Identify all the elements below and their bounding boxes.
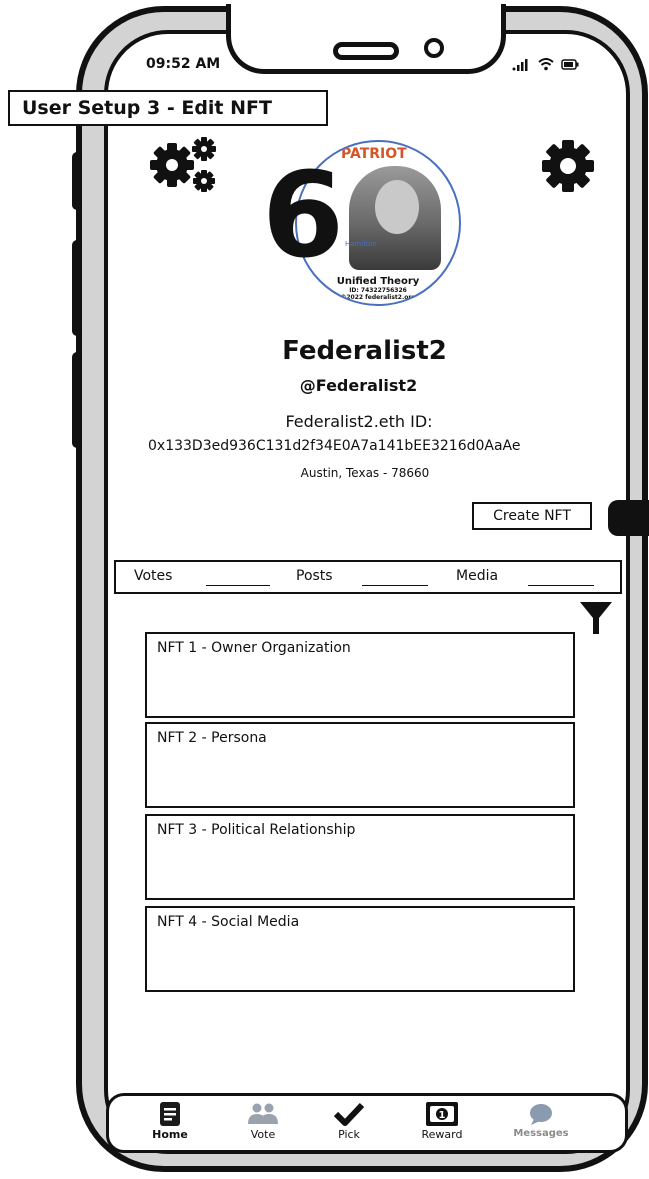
tab-home-label: Home	[152, 1128, 188, 1141]
stat-posts-value	[362, 585, 428, 586]
stat-votes-value	[206, 585, 270, 586]
notch	[226, 4, 506, 74]
svg-text:1: 1	[439, 1110, 446, 1121]
tab-pick-label: Pick	[338, 1128, 360, 1141]
tab-reward[interactable]: 1 Reward	[407, 1100, 477, 1141]
badge-id: ID: 74322756326	[349, 287, 407, 294]
stat-media-value	[528, 585, 594, 586]
filter-icon[interactable]	[579, 600, 613, 640]
nft-card-label: NFT 1 - Owner Organization	[157, 640, 351, 656]
create-nft-button[interactable]: Create NFT	[472, 502, 592, 530]
stat-posts-label[interactable]: Posts	[296, 568, 333, 584]
nft-card-label: NFT 4 - Social Media	[157, 914, 300, 930]
checkmark-icon	[334, 1102, 364, 1126]
nft-card-3[interactable]: NFT 3 - Political Relationship	[145, 814, 575, 900]
profile-name: Federalist2	[282, 336, 447, 366]
dollar-bill-icon: 1	[426, 1102, 458, 1126]
camera	[424, 38, 444, 58]
tab-messages-label: Messages	[513, 1128, 569, 1139]
document-icon	[160, 1102, 180, 1126]
portrait-face	[375, 180, 419, 234]
side-tab-handle[interactable]	[608, 500, 649, 536]
settings-gears-icon[interactable]	[150, 135, 222, 201]
speaker	[333, 42, 399, 60]
side-button-2	[72, 240, 82, 336]
stat-votes-label[interactable]: Votes	[134, 568, 172, 584]
location: Austin, Texas - 78660	[300, 466, 430, 480]
badge-portrait-label: Hamilton	[345, 240, 377, 248]
nft-card-4[interactable]: NFT 4 - Social Media	[145, 906, 575, 992]
big-number: 6	[262, 146, 345, 284]
bottom-tab-bar: Home Vote Pick 1 Reward Messages	[106, 1093, 628, 1153]
tab-vote-label: Vote	[250, 1128, 276, 1141]
badge-copyright: ©2022 federalist2.org	[340, 294, 416, 301]
settings-gear-icon[interactable]	[540, 138, 596, 198]
badge-top-text: PATRIOT	[341, 146, 407, 162]
screen-title: User Setup 3 - Edit NFT	[8, 90, 328, 126]
nft-card-label: NFT 2 - Persona	[157, 730, 267, 746]
stats-bar: Votes Posts Media	[114, 560, 622, 594]
people-icon	[248, 1103, 278, 1124]
nft-card-1[interactable]: NFT 1 - Owner Organization	[145, 632, 575, 718]
eth-address: 0x133D3ed936C131d2f34E0A7a141bEE3216d0Aa…	[148, 438, 521, 454]
tab-pick[interactable]: Pick	[314, 1100, 384, 1141]
wifi-icon	[538, 57, 555, 70]
side-button-3	[72, 352, 82, 448]
nft-card-label: NFT 3 - Political Relationship	[157, 822, 356, 838]
tab-vote[interactable]: Vote	[228, 1100, 298, 1141]
tab-home[interactable]: Home	[135, 1100, 205, 1141]
signal-icon	[512, 58, 528, 71]
status-time: 09:52 AM	[146, 56, 221, 72]
stat-media-label[interactable]: Media	[456, 568, 498, 584]
battery-icon	[561, 58, 579, 70]
chat-bubble-icon	[530, 1104, 552, 1125]
eth-label: Federalist2.eth ID:	[285, 412, 433, 431]
profile-handle: @Federalist2	[299, 376, 418, 395]
tab-reward-label: Reward	[421, 1128, 463, 1141]
badge-title: Unified Theory	[336, 276, 420, 287]
nft-card-2[interactable]: NFT 2 - Persona	[145, 722, 575, 808]
status-icons	[512, 56, 579, 72]
side-button-1	[72, 152, 82, 210]
tab-messages[interactable]: Messages	[506, 1100, 576, 1139]
portrait-image	[349, 166, 441, 270]
